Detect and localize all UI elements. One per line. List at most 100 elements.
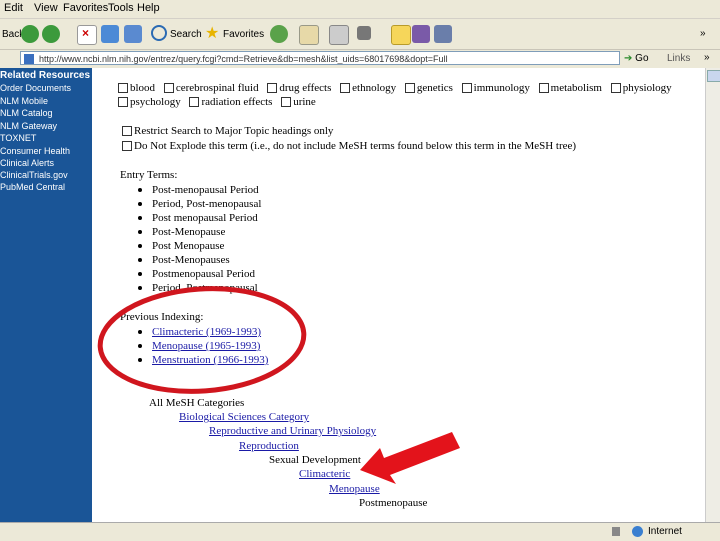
bullet	[138, 330, 142, 335]
toolbar: Back × Search ★ Favorites »	[0, 19, 720, 50]
back-arrow-icon[interactable]	[21, 25, 39, 43]
previous-indexing-item: Menstruation (1966-1993)	[138, 354, 268, 366]
checkbox[interactable]	[281, 97, 292, 108]
checkbox[interactable]	[461, 83, 472, 94]
entry-term: Post-Menopauses	[138, 254, 230, 266]
messenger-icon[interactable]	[412, 25, 430, 43]
go-button[interactable]: ➔ Go	[624, 53, 649, 64]
subheading-drug-effects[interactable]: drug effects	[261, 82, 331, 94]
page-icon	[24, 54, 34, 64]
toolbar-overflow[interactable]: »	[700, 28, 706, 39]
entry-term: Period, Postmenopausal	[138, 282, 258, 294]
sidebar-item-order-documents[interactable]: Order Documents	[0, 83, 71, 93]
links-overflow[interactable]: »	[704, 52, 710, 63]
sidebar-item-consumer-health[interactable]: Consumer Health	[0, 146, 70, 156]
option-major-topic[interactable]: Restrict Search to Major Topic headings …	[122, 125, 333, 137]
checkbox[interactable]	[610, 83, 621, 94]
sidebar-heading: Related Resources	[0, 70, 91, 81]
entry-term: Post-menopausal Period	[138, 184, 259, 196]
search-icon[interactable]	[151, 25, 167, 41]
checkbox[interactable]	[267, 83, 278, 94]
refresh-icon[interactable]	[101, 25, 119, 43]
checkbox[interactable]	[189, 97, 200, 108]
sidebar-item-pubmed-central[interactable]: PubMed Central	[0, 182, 65, 192]
favorites-button[interactable]: Favorites	[223, 29, 264, 40]
subheading-cerebrospinal-fluid[interactable]: cerebrospinal fluid	[158, 82, 259, 94]
option-do-not-explode[interactable]: Do Not Explode this term (i.e., do not i…	[122, 140, 576, 152]
entry-term: Postmenopausal Period	[138, 268, 255, 280]
link-menstruation-1966[interactable]: Menstruation (1966-1993)	[152, 354, 268, 366]
bullet	[138, 272, 142, 277]
search-button[interactable]: Search	[170, 29, 202, 40]
scroll-thumb[interactable]	[707, 70, 720, 82]
subheading-radiation-effects[interactable]: radiation effects	[183, 96, 272, 108]
address-field[interactable]: http://www.ncbi.nlm.nih.gov/entrez/query…	[20, 51, 620, 65]
entry-terms-heading: Entry Terms:	[120, 169, 178, 181]
history-icon[interactable]	[270, 25, 288, 43]
subheading-psychology[interactable]: psychology	[118, 96, 181, 108]
favorites-star-icon[interactable]: ★	[205, 25, 223, 43]
checkbox[interactable]	[340, 83, 351, 94]
subheading-immunology[interactable]: immunology	[456, 82, 530, 94]
sidebar: Related Resources Order Documents NLM Mo…	[0, 68, 92, 523]
forward-icon[interactable]	[42, 25, 60, 43]
subheading-row-2: psychology radiation effects urine	[118, 96, 316, 108]
tree-menopause[interactable]: Menopause	[329, 483, 380, 495]
tree-reproduction[interactable]: Reproduction	[239, 440, 299, 452]
sidebar-item-nlm-mobile[interactable]: NLM Mobile	[0, 96, 48, 106]
bullet	[138, 358, 142, 363]
subheading-genetics[interactable]: genetics	[399, 82, 453, 94]
tree-biological-sciences[interactable]: Biological Sciences Category	[179, 411, 309, 423]
checkbox[interactable]	[118, 83, 128, 94]
entry-term: Post-Menopause	[138, 226, 225, 238]
zone-icon	[632, 526, 643, 537]
sidebar-item-toxnet[interactable]: TOXNET	[0, 133, 36, 143]
menu-help[interactable]: Help	[137, 2, 160, 14]
menu-edit[interactable]: Edit	[4, 2, 23, 14]
tree-postmenopause: Postmenopause	[359, 497, 428, 509]
previous-indexing-item: Menopause (1965-1993)	[138, 340, 260, 352]
subheading-urine[interactable]: urine	[275, 96, 316, 108]
mail-icon[interactable]	[299, 25, 319, 45]
status-bar: Internet	[0, 522, 720, 541]
link-menopause-1965[interactable]: Menopause (1965-1993)	[152, 340, 260, 352]
zone-label: Internet	[648, 526, 682, 537]
sidebar-item-nlm-gateway[interactable]: NLM Gateway	[0, 121, 57, 131]
checkbox[interactable]	[163, 83, 174, 94]
checkbox[interactable]	[404, 83, 415, 94]
entry-term: Period, Post-menopausal	[138, 198, 261, 210]
edit-icon[interactable]	[357, 26, 371, 40]
research-icon[interactable]	[434, 25, 452, 43]
subheading-blood[interactable]: blood	[118, 82, 155, 94]
checkbox[interactable]	[538, 83, 549, 94]
menu-favorites[interactable]: Favorites	[63, 2, 108, 14]
entry-term: Post menopausal Period	[138, 212, 258, 224]
tree-sexual-development: Sexual Development	[269, 454, 361, 466]
vertical-scrollbar[interactable]	[705, 68, 720, 523]
sidebar-item-clinical-alerts[interactable]: Clinical Alerts	[0, 158, 54, 168]
go-arrow-icon: ➔	[624, 53, 633, 64]
links-label[interactable]: Links	[667, 53, 690, 64]
main-content: blood cerebrospinal fluid drug effects e…	[92, 68, 705, 523]
subheading-metabolism[interactable]: metabolism	[533, 82, 602, 94]
tree-climacteric[interactable]: Climacteric	[299, 468, 350, 480]
menu-view[interactable]: View	[34, 2, 58, 14]
folder-icon[interactable]	[391, 25, 411, 45]
stop-icon[interactable]: ×	[77, 25, 97, 45]
menu-tools[interactable]: Tools	[108, 2, 134, 14]
bullet	[138, 344, 142, 349]
tree-reproductive-urinary-physiology[interactable]: Reproductive and Urinary Physiology	[209, 425, 376, 437]
checkbox[interactable]	[122, 141, 132, 152]
tree-all-mesh-categories: All MeSH Categories	[149, 397, 245, 409]
subheading-ethnology[interactable]: ethnology	[334, 82, 396, 94]
sidebar-item-clinical-trials[interactable]: ClinicalTrials.gov	[0, 170, 68, 180]
sidebar-item-nlm-catalog[interactable]: NLM Catalog	[0, 108, 53, 118]
bullet	[138, 258, 142, 263]
checkbox[interactable]	[118, 97, 128, 108]
subheading-physiology[interactable]: physiology	[605, 82, 672, 94]
previous-indexing-item: Climacteric (1969-1993)	[138, 326, 261, 338]
link-climacteric-1969[interactable]: Climacteric (1969-1993)	[152, 326, 261, 338]
checkbox[interactable]	[122, 126, 132, 137]
print-icon[interactable]	[329, 25, 349, 45]
home-icon[interactable]	[124, 25, 142, 43]
